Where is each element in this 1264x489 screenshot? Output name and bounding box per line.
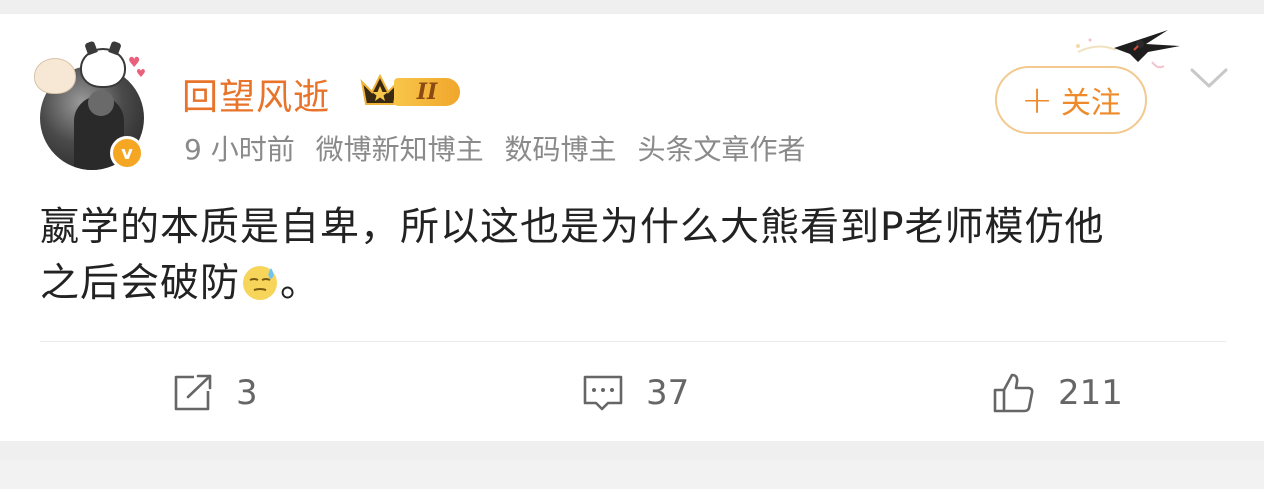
avatar[interactable]: ♥ ♥ v <box>34 48 150 170</box>
plus-icon: + <box>1021 78 1053 122</box>
verified-badge: v <box>110 136 144 170</box>
vip-level: II <box>394 78 460 106</box>
chevron-down-icon[interactable] <box>1186 62 1232 92</box>
author-tag: 数码博主 <box>504 133 617 166</box>
divider <box>40 341 1226 342</box>
repost-icon <box>174 374 212 411</box>
comment-icon <box>583 375 623 411</box>
author-tag: 头条文章作者 <box>637 133 806 166</box>
comment-button[interactable]: 37 <box>582 368 689 418</box>
follow-button[interactable]: + 关注 <box>995 66 1147 134</box>
post-time: 9 小时前 <box>184 133 295 166</box>
repost-button[interactable]: 3 <box>172 368 258 418</box>
like-count: 211 <box>1058 373 1123 413</box>
post-text-line: 之后会破防 <box>40 261 241 306</box>
bottom-gap <box>0 460 1264 489</box>
post-meta: 9 小时前 微博新知博主 数码博主 头条文章作者 <box>184 128 817 168</box>
like-button[interactable]: 211 <box>992 368 1123 418</box>
comment-count: 37 <box>646 373 690 413</box>
vip-badge[interactable]: II <box>358 70 462 110</box>
thumbs-up-icon <box>993 373 1034 413</box>
husky-sticker-icon <box>80 48 126 88</box>
author-name[interactable]: 回望风逝 <box>182 68 330 120</box>
author-tag: 微博新知博主 <box>315 133 484 166</box>
repost-count: 3 <box>236 373 258 413</box>
post-content: 嬴学的本质是自卑，所以这也是为什么大熊看到P老师模仿他 之后会破防 。 <box>40 200 1230 312</box>
post-text-line: 嬴学的本质是自卑，所以这也是为什么大熊看到P老师模仿他 <box>40 205 1105 250</box>
dog-sticker-icon <box>34 58 76 94</box>
heart-icon: ♥ <box>136 67 146 80</box>
sweat-face-emoji-icon <box>243 266 278 300</box>
follow-label: 关注 <box>1060 86 1121 121</box>
top-gap <box>0 0 1264 14</box>
post-text-end: 。 <box>280 261 321 306</box>
